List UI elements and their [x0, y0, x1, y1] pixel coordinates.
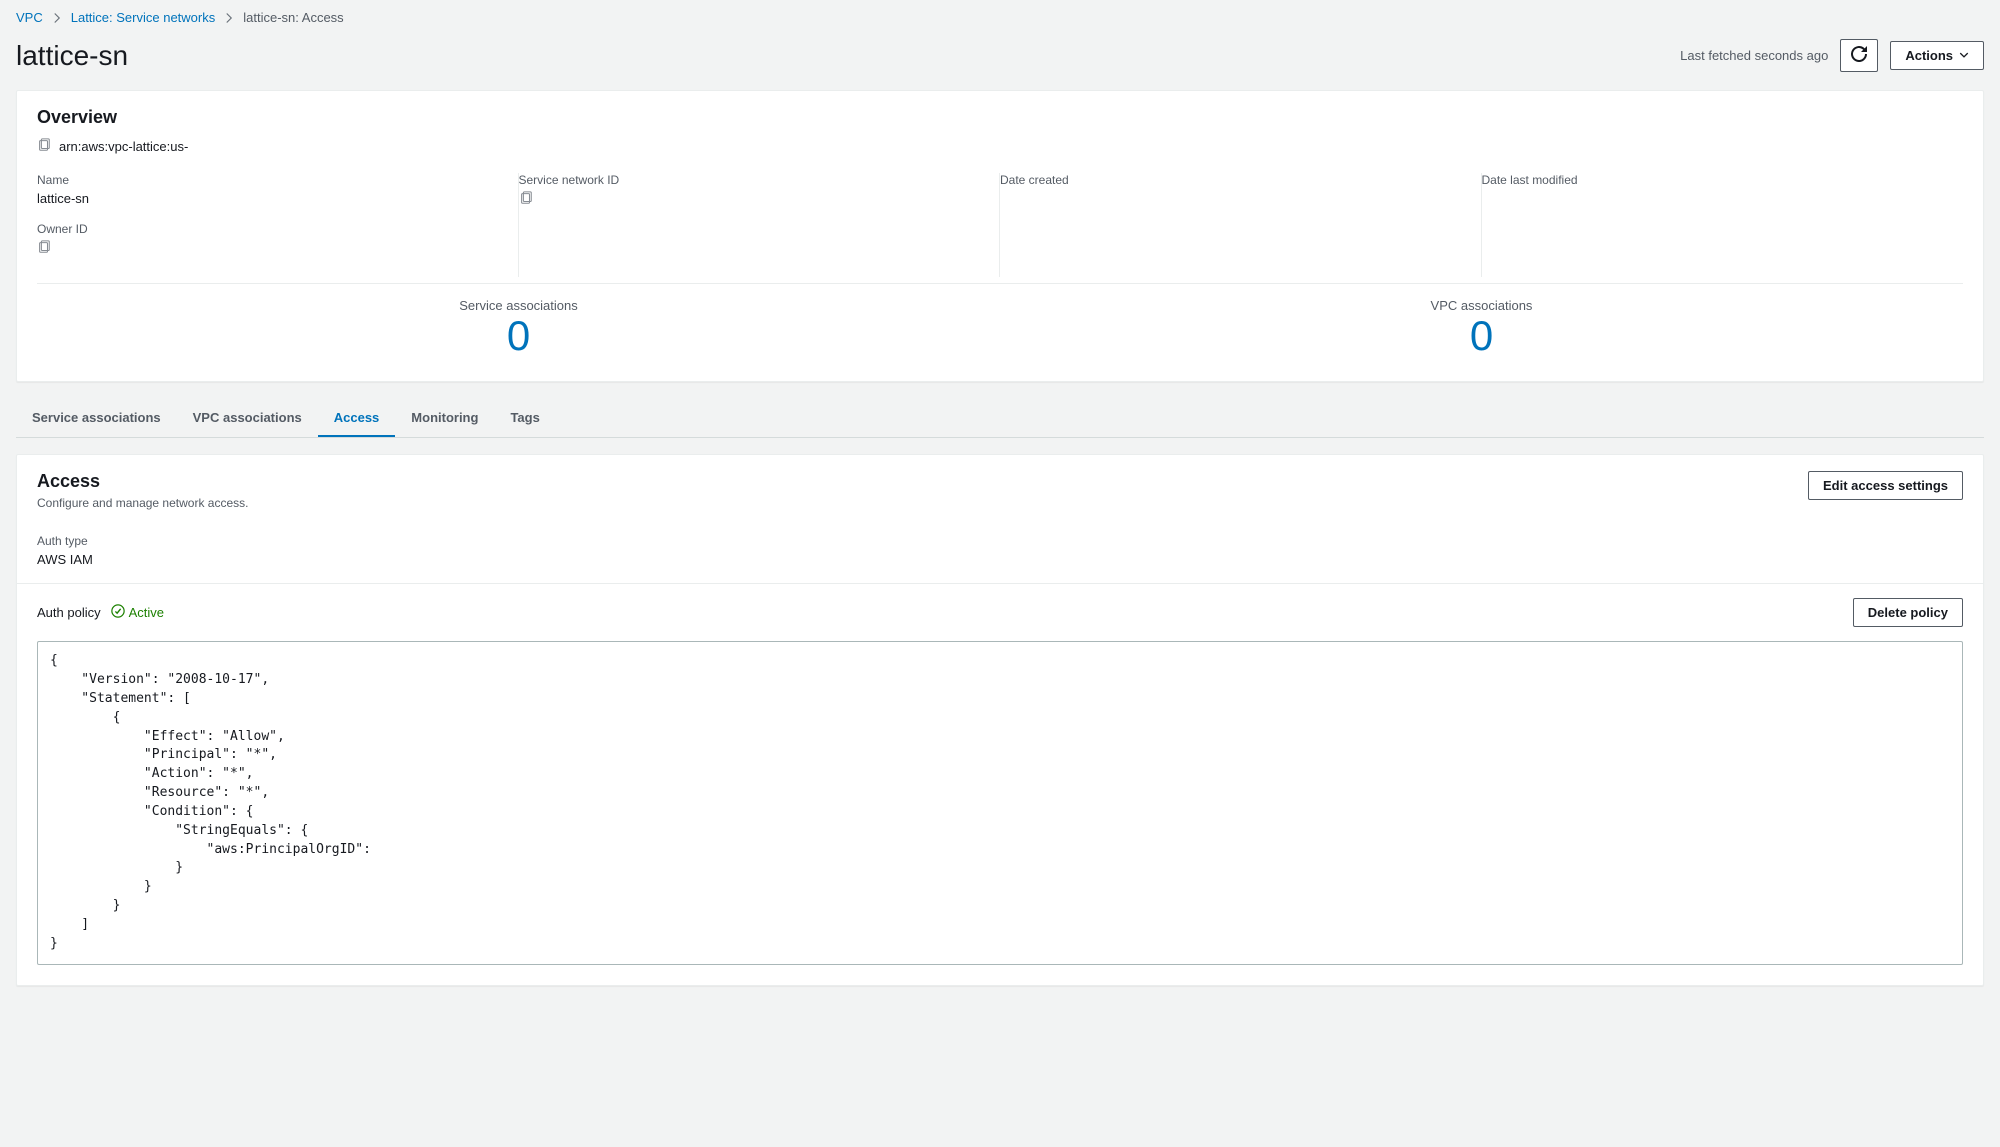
field-label-owner-id: Owner ID: [37, 222, 502, 236]
actions-button[interactable]: Actions: [1890, 41, 1984, 70]
actions-button-label: Actions: [1905, 48, 1953, 63]
copy-icon[interactable]: [37, 242, 51, 257]
service-associations-value: 0: [37, 313, 1000, 359]
breadcrumb-link-service-networks[interactable]: Lattice: Service networks: [71, 10, 216, 25]
copy-icon[interactable]: [37, 138, 51, 155]
chevron-right-icon: [223, 12, 235, 24]
field-label-date-modified: Date last modified: [1482, 173, 1948, 187]
policy-json-viewer[interactable]: { "Version": "2008-10-17", "Statement": …: [37, 641, 1963, 965]
tab-service-associations[interactable]: Service associations: [16, 398, 177, 437]
copy-icon[interactable]: [519, 193, 533, 208]
tab-tags[interactable]: Tags: [494, 398, 555, 437]
auth-type-value: AWS IAM: [37, 552, 1963, 567]
access-subtitle: Configure and manage network access.: [37, 496, 248, 510]
overview-panel: Overview arn:aws:vpc-lattice:us- Name la…: [16, 90, 1984, 382]
auth-policy-label: Auth policy: [37, 605, 101, 620]
field-value-name: lattice-sn: [37, 191, 502, 206]
access-title: Access: [37, 471, 248, 492]
tab-monitoring[interactable]: Monitoring: [395, 398, 494, 437]
last-fetched-text: Last fetched seconds ago: [1680, 48, 1828, 63]
breadcrumb-link-vpc[interactable]: VPC: [16, 10, 43, 25]
auth-policy-status: Active: [129, 605, 164, 620]
chevron-down-icon: [1959, 48, 1969, 63]
vpc-associations-count[interactable]: VPC associations 0: [1000, 284, 1963, 381]
tabs: Service associations VPC associations Ac…: [16, 398, 1984, 438]
page-title: lattice-sn: [16, 40, 128, 72]
breadcrumb-current: lattice-sn: Access: [243, 10, 343, 25]
vpc-associations-label: VPC associations: [1000, 298, 1963, 313]
breadcrumb: VPC Lattice: Service networks lattice-sn…: [16, 0, 1984, 35]
service-associations-label: Service associations: [37, 298, 1000, 313]
tab-vpc-associations[interactable]: VPC associations: [177, 398, 318, 437]
access-panel: Access Configure and manage network acce…: [16, 454, 1984, 986]
field-label-date-created: Date created: [1000, 173, 1465, 187]
check-circle-icon: [111, 604, 125, 621]
refresh-button[interactable]: [1840, 39, 1878, 72]
overview-title: Overview: [37, 107, 1963, 128]
refresh-icon: [1851, 46, 1867, 65]
service-associations-count[interactable]: Service associations 0: [37, 284, 1000, 381]
arn-value: arn:aws:vpc-lattice:us-: [59, 139, 188, 154]
delete-policy-button[interactable]: Delete policy: [1853, 598, 1963, 627]
chevron-right-icon: [51, 12, 63, 24]
field-label-name: Name: [37, 173, 502, 187]
vpc-associations-value: 0: [1000, 313, 1963, 359]
auth-type-label: Auth type: [37, 534, 1963, 548]
tab-access[interactable]: Access: [318, 398, 396, 437]
status-badge: Active: [111, 604, 164, 621]
edit-access-settings-button[interactable]: Edit access settings: [1808, 471, 1963, 500]
field-label-sn-id: Service network ID: [519, 173, 984, 187]
